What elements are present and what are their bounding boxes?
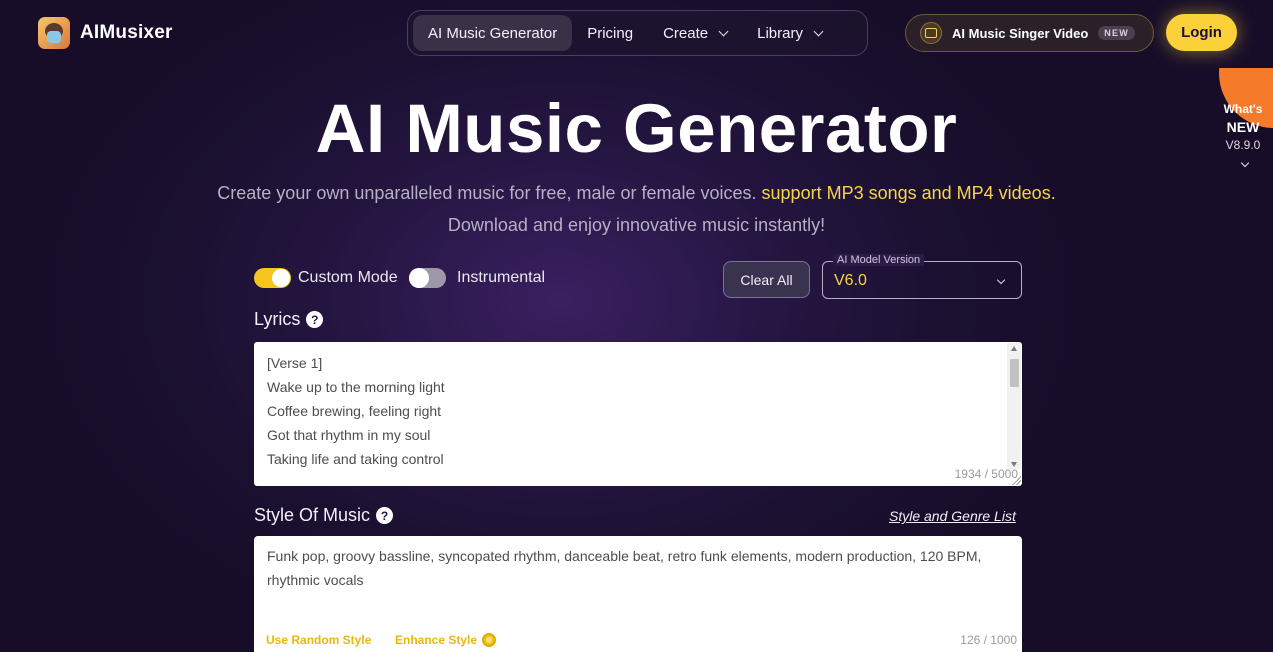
style-text: Funk pop, groovy bassline, syncopated rh… bbox=[267, 548, 982, 588]
model-version-legend: AI Model Version bbox=[833, 254, 925, 266]
chevron-down-icon bbox=[718, 26, 729, 36]
page-title: AI Music Generator bbox=[315, 90, 958, 167]
lyrics-scrollbar[interactable] bbox=[1007, 343, 1021, 469]
toggle-knob bbox=[272, 269, 290, 287]
new-badge: NEW bbox=[1098, 26, 1135, 40]
style-section-label: Style Of Music ? bbox=[254, 505, 394, 526]
brand-logo-icon bbox=[38, 17, 70, 49]
scroll-up-arrow-icon[interactable] bbox=[1011, 346, 1017, 351]
nav-item-label: Library bbox=[757, 24, 803, 42]
style-label: Style Of Music bbox=[254, 505, 371, 525]
lyrics-section-label: Lyrics ? bbox=[254, 309, 324, 330]
use-random-style-button[interactable]: Use Random Style bbox=[266, 633, 371, 647]
help-icon[interactable]: ? bbox=[376, 507, 394, 524]
chevron-down-icon bbox=[996, 275, 1006, 285]
style-genre-list-link[interactable]: Style and Genre List bbox=[889, 508, 1016, 524]
instrumental-toggle[interactable] bbox=[409, 268, 446, 288]
subtitle-text: Create your own unparalleled music for f… bbox=[217, 183, 762, 203]
nav-item-label: Create bbox=[663, 24, 709, 42]
resize-handle-icon[interactable] bbox=[1012, 476, 1021, 485]
lyrics-textarea[interactable]: [Verse 1] Wake up to the morning light C… bbox=[254, 342, 1022, 486]
subtitle-highlight: support MP3 songs and MP4 videos. bbox=[761, 183, 1056, 203]
main-nav: AI Music Generator Pricing Create Librar… bbox=[407, 10, 868, 56]
model-version-value: V6.0 bbox=[834, 272, 867, 289]
login-button[interactable]: Login bbox=[1166, 14, 1237, 51]
toggle-knob bbox=[409, 268, 429, 288]
nav-item-library[interactable]: Library bbox=[742, 15, 837, 51]
lyrics-label: Lyrics bbox=[254, 309, 301, 329]
nav-item-ai-music-generator[interactable]: AI Music Generator bbox=[413, 15, 573, 51]
nav-item-label: AI Music Generator bbox=[428, 24, 558, 42]
clear-all-button[interactable]: Clear All bbox=[723, 261, 810, 298]
custom-mode-label: Custom Mode bbox=[298, 269, 398, 286]
custom-mode-toggle[interactable] bbox=[254, 268, 291, 288]
singer-video-button[interactable]: AI Music Singer Video NEW bbox=[905, 14, 1154, 52]
style-textarea[interactable]: Funk pop, groovy bassline, syncopated rh… bbox=[254, 536, 1022, 652]
video-icon bbox=[920, 22, 942, 44]
random-style-label: Use Random Style bbox=[266, 633, 372, 647]
lyrics-char-counter: 1934 / 5000 bbox=[954, 467, 1018, 481]
lyrics-text: [Verse 1] Wake up to the morning light C… bbox=[267, 355, 445, 467]
chevron-down-icon bbox=[813, 26, 824, 36]
help-icon[interactable]: ? bbox=[306, 311, 324, 328]
enhance-style-button[interactable]: Enhance Style bbox=[395, 633, 497, 647]
scroll-thumb[interactable] bbox=[1010, 359, 1019, 387]
singer-video-label: AI Music Singer Video bbox=[952, 25, 1089, 41]
subtitle-line2: Download and enjoy innovative music inst… bbox=[447, 215, 826, 235]
nav-item-pricing[interactable]: Pricing bbox=[572, 15, 648, 51]
instrumental-label: Instrumental bbox=[457, 269, 546, 286]
nav-item-label: Pricing bbox=[587, 24, 634, 42]
page-subtitle: Create your own unparalleled music for f… bbox=[0, 177, 1273, 241]
enhance-style-label: Enhance Style bbox=[395, 633, 478, 647]
style-char-counter: 126 / 1000 bbox=[960, 633, 1017, 647]
brand-name: AIMusixer bbox=[80, 22, 173, 43]
brand-logo[interactable]: AIMusixer bbox=[38, 17, 173, 49]
coin-icon bbox=[482, 633, 497, 647]
nav-item-create[interactable]: Create bbox=[648, 15, 742, 51]
model-version-select[interactable]: AI Model Version V6.0 bbox=[822, 254, 1022, 299]
